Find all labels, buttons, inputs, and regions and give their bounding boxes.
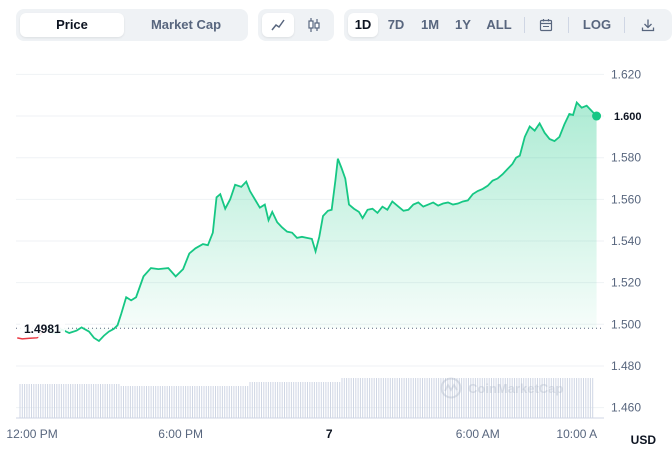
y-tick-label: 1.460 [611, 401, 641, 415]
y-tick-label: 1.620 [611, 67, 641, 81]
y-tick-label: 1.480 [611, 359, 641, 373]
x-tick-label: 7 [326, 427, 333, 441]
price-chart[interactable]: 1.620 1.600 1.580 1.560 1.540 1.520 1.500 1.480… [0, 0, 672, 475]
y-tick-label: 1.520 [611, 276, 641, 290]
coinmarketcap-watermark: CoinMarketCap [440, 377, 563, 399]
x-tick-label: 10:00 A [556, 427, 597, 441]
currency-label: USD [630, 433, 656, 447]
current-price-label: 1.600 [612, 109, 670, 125]
x-tick-label: 6:00 AM [456, 427, 500, 441]
open-price-label: 1.4981 [20, 321, 65, 337]
y-tick-label: 1.560 [611, 192, 641, 206]
x-tick-label: 12:00 PM [6, 427, 57, 441]
x-tick-label: 6:00 PM [158, 427, 203, 441]
watermark-text: CoinMarketCap [468, 380, 564, 396]
current-price-dot [592, 111, 602, 121]
y-tick-label: 1.540 [611, 234, 641, 248]
y-tick-label: 1.500 [611, 317, 641, 331]
coinmarketcap-logo-icon [440, 377, 462, 399]
y-tick-label: 1.580 [611, 151, 641, 165]
